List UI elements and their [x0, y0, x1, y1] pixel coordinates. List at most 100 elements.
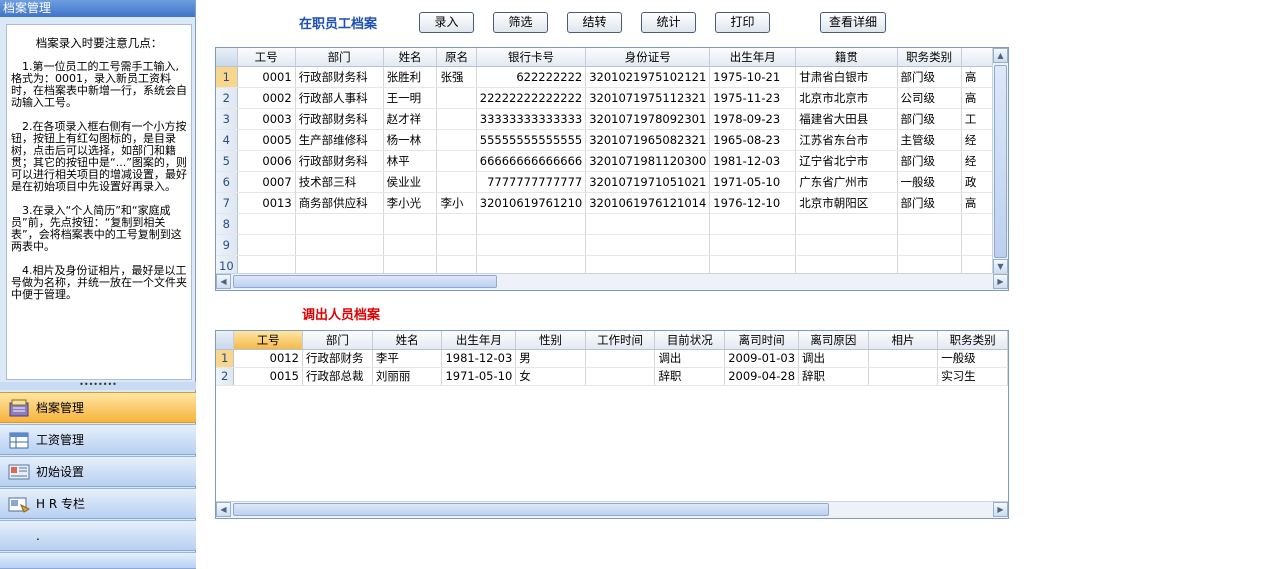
table-cell[interactable]: 行政部财务	[302, 349, 373, 368]
table-cell[interactable]: 1981-12-03	[441, 349, 517, 368]
table-cell[interactable]	[237, 234, 296, 256]
table-row[interactable]: 1 0001 行政部财务科 张胜利 张强 622222222 320102197510212…	[216, 66, 1008, 88]
column-header[interactable]: 工号	[233, 331, 303, 350]
panel-splitter[interactable]: ••••••••	[0, 381, 196, 390]
row-number[interactable]: 2	[216, 87, 238, 109]
carry-over-button[interactable]: 结转	[567, 12, 622, 33]
scroll-left-icon[interactable]: ◀	[216, 502, 231, 517]
table-row[interactable]: 9	[216, 234, 1008, 256]
table-cell[interactable]: 1976-12-10	[709, 192, 797, 214]
table-cell[interactable]: 江苏省东台市	[795, 129, 898, 151]
enter-button[interactable]: 录入	[419, 12, 474, 33]
table-cell[interactable]: 广东省广州市	[795, 171, 898, 193]
table-cell[interactable]: 3201071981120300	[585, 150, 711, 172]
table-cell[interactable]: 0006	[237, 150, 296, 172]
table-cell[interactable]	[436, 171, 477, 193]
table-cell[interactable]	[436, 213, 477, 235]
nav-extra-button[interactable]: .	[0, 520, 196, 551]
table-cell[interactable]: 张强	[436, 66, 477, 88]
table-cell[interactable]: 0003	[237, 108, 296, 130]
table-cell[interactable]	[476, 234, 587, 256]
table-cell[interactable]: 李小	[436, 192, 477, 214]
table-cell[interactable]: 1975-11-23	[709, 87, 797, 109]
transferred-employees-grid[interactable]: 工号 部门 姓名 出生年月 性别 工作时间 目前状况 离司时间 离司原因 相片 职务类别 1 0012 行…	[215, 330, 1009, 519]
table-cell[interactable]: 辽宁省北宁市	[795, 150, 898, 172]
scroll-right-icon[interactable]: ▶	[993, 274, 1008, 289]
nav-archive-button[interactable]: 档案管理	[0, 392, 196, 423]
table-cell[interactable]	[868, 367, 939, 386]
table-cell[interactable]: 0013	[237, 192, 296, 214]
table-cell[interactable]	[295, 234, 384, 256]
table-cell[interactable]: 公司级	[897, 87, 962, 109]
table-cell[interactable]	[795, 213, 898, 235]
table-cell[interactable]: 李小光	[383, 192, 438, 214]
select-all-corner[interactable]	[216, 48, 238, 67]
table-cell[interactable]: 3201071975112321	[585, 87, 711, 109]
table-row[interactable]: 2 0002 行政部人事科 王一明 22222222222222 320107197511…	[216, 87, 1008, 109]
statistics-button[interactable]: 统计	[641, 12, 696, 33]
column-header[interactable]: 离司时间	[724, 331, 800, 350]
table-cell[interactable]: 3201071965082321	[585, 129, 711, 151]
column-header[interactable]: 性别	[515, 331, 586, 350]
table-cell[interactable]	[585, 349, 656, 368]
table-row[interactable]: 8	[216, 213, 1008, 235]
horizontal-scrollbar[interactable]: ◀ ▶	[216, 501, 1008, 518]
table-cell[interactable]: 张胜利	[383, 66, 438, 88]
table-cell[interactable]	[585, 234, 711, 256]
table-cell[interactable]: 0007	[237, 171, 296, 193]
select-all-corner[interactable]	[216, 331, 235, 350]
table-cell[interactable]	[295, 213, 384, 235]
row-number[interactable]: 8	[216, 213, 238, 235]
table-cell[interactable]: 行政部人事科	[295, 87, 384, 109]
table-cell[interactable]: 33333333333333	[476, 108, 587, 130]
table-cell[interactable]: 66666666666666	[476, 150, 587, 172]
table-cell[interactable]: 行政部财务科	[295, 150, 384, 172]
table-cell[interactable]: 1981-12-03	[709, 150, 797, 172]
table-cell[interactable]	[237, 213, 296, 235]
table-cell[interactable]: 0015	[233, 367, 303, 386]
table-cell[interactable]: 3201021975102121	[585, 66, 711, 88]
scroll-thumb[interactable]	[233, 503, 829, 516]
column-header[interactable]: 离司原因	[798, 331, 869, 350]
table-cell[interactable]: 北京市朝阳区	[795, 192, 898, 214]
table-cell[interactable]: 男	[515, 349, 586, 368]
column-header[interactable]: 身份证号	[585, 48, 711, 67]
table-cell[interactable]	[436, 87, 477, 109]
table-cell[interactable]: 55555555555555	[476, 129, 587, 151]
table-cell[interactable]: 1978-09-23	[709, 108, 797, 130]
table-cell[interactable]: 林平	[383, 150, 438, 172]
column-header[interactable]: 职务类别	[937, 331, 1008, 350]
table-row[interactable]: 6 0007 技术部三科 侯业业 7777777777777 32010719710510…	[216, 171, 1008, 193]
table-cell[interactable]: 0012	[233, 349, 303, 368]
table-cell[interactable]	[897, 213, 962, 235]
column-header[interactable]: 出生年月	[441, 331, 517, 350]
table-cell[interactable]: 李平	[372, 349, 443, 368]
table-cell[interactable]: 王一明	[383, 87, 438, 109]
table-cell[interactable]: 0005	[237, 129, 296, 151]
table-cell[interactable]: 0002	[237, 87, 296, 109]
filter-button[interactable]: 筛选	[493, 12, 548, 33]
column-header[interactable]: 部门	[302, 331, 373, 350]
table-cell[interactable]: 7777777777777	[476, 171, 587, 193]
column-header[interactable]: 工号	[237, 48, 296, 67]
table-cell[interactable]: 生产部维修科	[295, 129, 384, 151]
table-cell[interactable]: 刘丽丽	[372, 367, 443, 386]
table-cell[interactable]: 北京市北京市	[795, 87, 898, 109]
scroll-thumb[interactable]	[994, 65, 1007, 258]
table-cell[interactable]	[868, 349, 939, 368]
table-cell[interactable]: 22222222222222	[476, 87, 587, 109]
table-row[interactable]: 3 0003 行政部财务科 赵才祥 33333333333333 320107197809…	[216, 108, 1008, 130]
table-cell[interactable]	[585, 367, 656, 386]
vertical-scrollbar[interactable]: ▲ ▼	[992, 48, 1008, 274]
table-cell[interactable]: 1965-08-23	[709, 129, 797, 151]
table-cell[interactable]	[383, 213, 438, 235]
table-cell[interactable]	[383, 234, 438, 256]
table-cell[interactable]: 实习生	[937, 367, 1008, 386]
scroll-up-icon[interactable]: ▲	[993, 48, 1008, 63]
table-cell[interactable]: 赵才祥	[383, 108, 438, 130]
table-cell[interactable]: 3201071971051021	[585, 171, 711, 193]
table-cell[interactable]	[795, 234, 898, 256]
table-cell[interactable]: 2009-01-03	[724, 349, 800, 368]
table-cell[interactable]: 32010619761210	[476, 192, 587, 214]
table-cell[interactable]: 0001	[237, 66, 296, 88]
